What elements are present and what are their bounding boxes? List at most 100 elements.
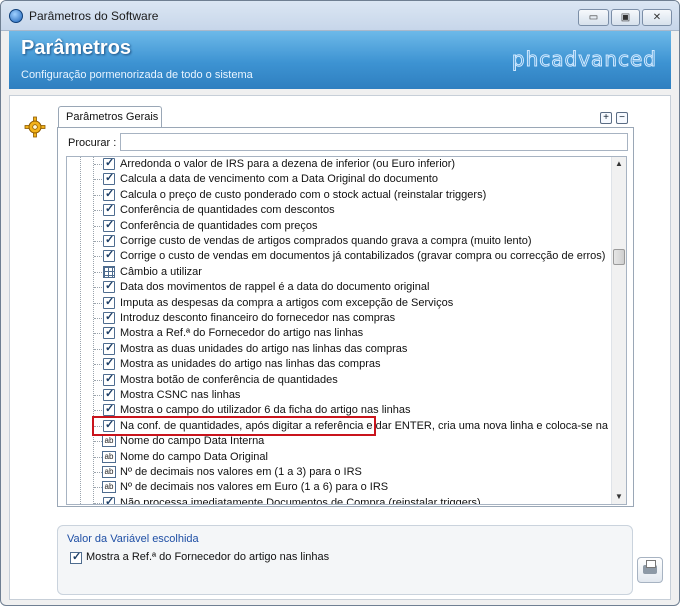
list-item[interactable]: Mostra botão de conferência de quantidad…	[67, 372, 607, 388]
list-item[interactable]: ab Nome do campo Data Interna	[67, 434, 607, 449]
scroll-down-icon[interactable]: ▼	[612, 490, 626, 504]
search-label: Procurar :	[68, 137, 117, 149]
collapse-all-button[interactable]: −	[616, 112, 628, 124]
tree-connector	[94, 241, 102, 242]
list-item[interactable]: ab Nº de decimais nos valores em (1 a 3) …	[67, 465, 607, 480]
list-item-label: Nome do campo Data Original	[120, 450, 268, 463]
brand-logo: phcadvanced	[511, 47, 657, 72]
checkbox-icon[interactable]	[103, 218, 115, 232]
list-item[interactable]: Calcula o preço de custo ponderado com o…	[67, 187, 607, 203]
list-item[interactable]: Conferência de quantidades com preços	[67, 218, 607, 234]
list-item[interactable]: Arredonda o valor de IRS para a dezena d…	[67, 157, 607, 172]
checkbox-icon[interactable]	[103, 187, 115, 201]
tree-connector	[94, 164, 102, 165]
tree-connector	[94, 348, 102, 350]
selected-value-label: Mostra a Ref.ª do Fornecedor do artigo n…	[86, 551, 330, 563]
selected-value-panel: Valor da Variável escolhida Mostra a Ref…	[57, 525, 633, 595]
list-item-label: Mostra o campo do utilizador 6 da ficha …	[120, 404, 411, 417]
list-item[interactable]: Introduz desconto financeiro do forneced…	[67, 310, 607, 326]
list-item[interactable]: Calcula a data de vencimento com a Data …	[67, 171, 607, 187]
list-item-label: Arredonda o valor de IRS para a dezena d…	[120, 158, 456, 170]
list-item[interactable]: Imputa as despesas da compra a artigos c…	[67, 295, 607, 311]
list-item-label: Nº de decimais nos valores em Euro (1 a …	[120, 481, 389, 494]
checkbox-icon[interactable]	[103, 495, 115, 504]
list-item[interactable]: Mostra a Ref.ª do Fornecedor do artigo n…	[67, 325, 607, 341]
scroll-thumb[interactable]	[613, 249, 625, 265]
checkbox-icon[interactable]	[103, 279, 115, 294]
list-item-label: Corrige o custo de vendas em documentos …	[120, 250, 606, 263]
list-item[interactable]: Conferência de quantidades com descontos	[67, 202, 607, 218]
close-button[interactable]: ✕	[642, 9, 672, 26]
tree-connector	[94, 333, 102, 335]
checkbox-icon[interactable]	[103, 171, 115, 186]
tree-connector	[94, 379, 102, 381]
list-item-label: Calcula o preço de custo ponderado com o…	[120, 188, 487, 201]
tab-panel: Procurar : Arredonda o valor de IRS para…	[57, 127, 634, 507]
app-icon	[9, 9, 23, 23]
print-button[interactable]	[637, 557, 663, 583]
minimize-button[interactable]: ▭	[578, 9, 609, 26]
checkbox-icon[interactable]	[103, 402, 115, 417]
list-item-label: Calcula a data de vencimento com a Data …	[120, 173, 438, 186]
list-item[interactable]: Data dos movimentos de rappel é a data d…	[67, 279, 607, 295]
list-item[interactable]: Não processa imediatamente Documentos de…	[67, 495, 607, 504]
list-item[interactable]: ab Nº de decimais nos valores em Euro (1 …	[67, 480, 607, 495]
tree-connector	[94, 302, 102, 304]
tree-connector	[94, 364, 102, 366]
list-item[interactable]: Câmbio a utilizar	[67, 265, 607, 280]
tree-connector	[94, 456, 102, 458]
list-item-label: Introduz desconto financeiro do forneced…	[120, 312, 396, 324]
list-item-label: Mostra CSNC nas linhas	[120, 389, 241, 401]
expand-all-button[interactable]: +	[600, 112, 612, 124]
list-item[interactable]: Mostra as unidades do artigo nas linhas …	[67, 356, 607, 372]
tree-connector	[94, 179, 102, 181]
search-input[interactable]	[120, 133, 628, 151]
checkbox-icon[interactable]	[103, 356, 115, 371]
list-item-label: Câmbio a utilizar	[120, 265, 202, 278]
grid-icon	[103, 265, 115, 278]
list-item[interactable]: Mostra as duas unidades do artigo nas li…	[67, 341, 607, 357]
parameters-window: Parâmetros do Software ▭ ▣ ✕ Parâmetros …	[0, 0, 680, 606]
list-item-label: Data dos movimentos de rappel é a data d…	[120, 281, 430, 294]
tree-connector	[94, 441, 102, 443]
checkbox-icon[interactable]	[103, 325, 115, 340]
tree-connector	[94, 225, 102, 227]
tab-parametros-gerais[interactable]: Parâmetros Gerais	[58, 106, 162, 128]
list-scrollbar[interactable]: ▲ ▼	[611, 157, 626, 504]
page-title: Parâmetros	[21, 37, 132, 59]
checkbox-icon[interactable]	[103, 202, 115, 217]
checkbox-icon[interactable]	[103, 233, 115, 247]
text-field-icon: ab	[102, 450, 116, 463]
checkbox-icon[interactable]	[103, 248, 115, 263]
list-item-label: Mostra as unidades do artigo nas linhas …	[120, 358, 381, 371]
text-field-icon: ab	[102, 466, 116, 478]
checkbox-icon[interactable]	[103, 387, 115, 401]
page-subtitle: Configuração pormenorizada de todo o sis…	[21, 69, 253, 81]
window-title: Parâmetros do Software	[29, 9, 159, 23]
list-item-label: Imputa as despesas da compra a artigos c…	[120, 296, 454, 309]
header-banner: Parâmetros Configuração pormenorizada de…	[9, 31, 671, 89]
checkbox-icon[interactable]	[103, 372, 115, 386]
scroll-up-icon[interactable]: ▲	[612, 157, 626, 171]
checkbox-icon[interactable]	[103, 295, 115, 309]
tree-connector	[94, 256, 102, 258]
list-item-label: Conferência de quantidades com preços	[120, 219, 318, 232]
parameters-list[interactable]: Arredonda o valor de IRS para a dezena d…	[66, 156, 627, 505]
tree-connector	[94, 502, 102, 504]
list-item-label: Corrige custo de vendas de artigos compr…	[120, 235, 532, 247]
tree-connector	[94, 287, 102, 289]
checkbox-icon[interactable]	[103, 157, 115, 170]
restore-button[interactable]: ▣	[611, 9, 640, 26]
checkbox-icon[interactable]	[103, 341, 115, 355]
selected-value-checkbox[interactable]	[70, 550, 82, 564]
list-item[interactable]: ab Nome do campo Data Original	[67, 450, 607, 465]
list-item[interactable]: Corrige o custo de vendas em documentos …	[67, 248, 607, 264]
checkbox-icon[interactable]	[103, 310, 115, 324]
list-item-label: Mostra a Ref.ª do Fornecedor do artigo n…	[120, 327, 364, 340]
tree-connector	[94, 487, 102, 489]
list-item[interactable]: Mostra CSNC nas linhas	[67, 387, 607, 403]
tree-connector	[94, 194, 102, 196]
tree-connector	[94, 472, 102, 473]
list-item[interactable]: Corrige custo de vendas de artigos compr…	[67, 233, 607, 249]
printer-icon	[643, 560, 657, 574]
